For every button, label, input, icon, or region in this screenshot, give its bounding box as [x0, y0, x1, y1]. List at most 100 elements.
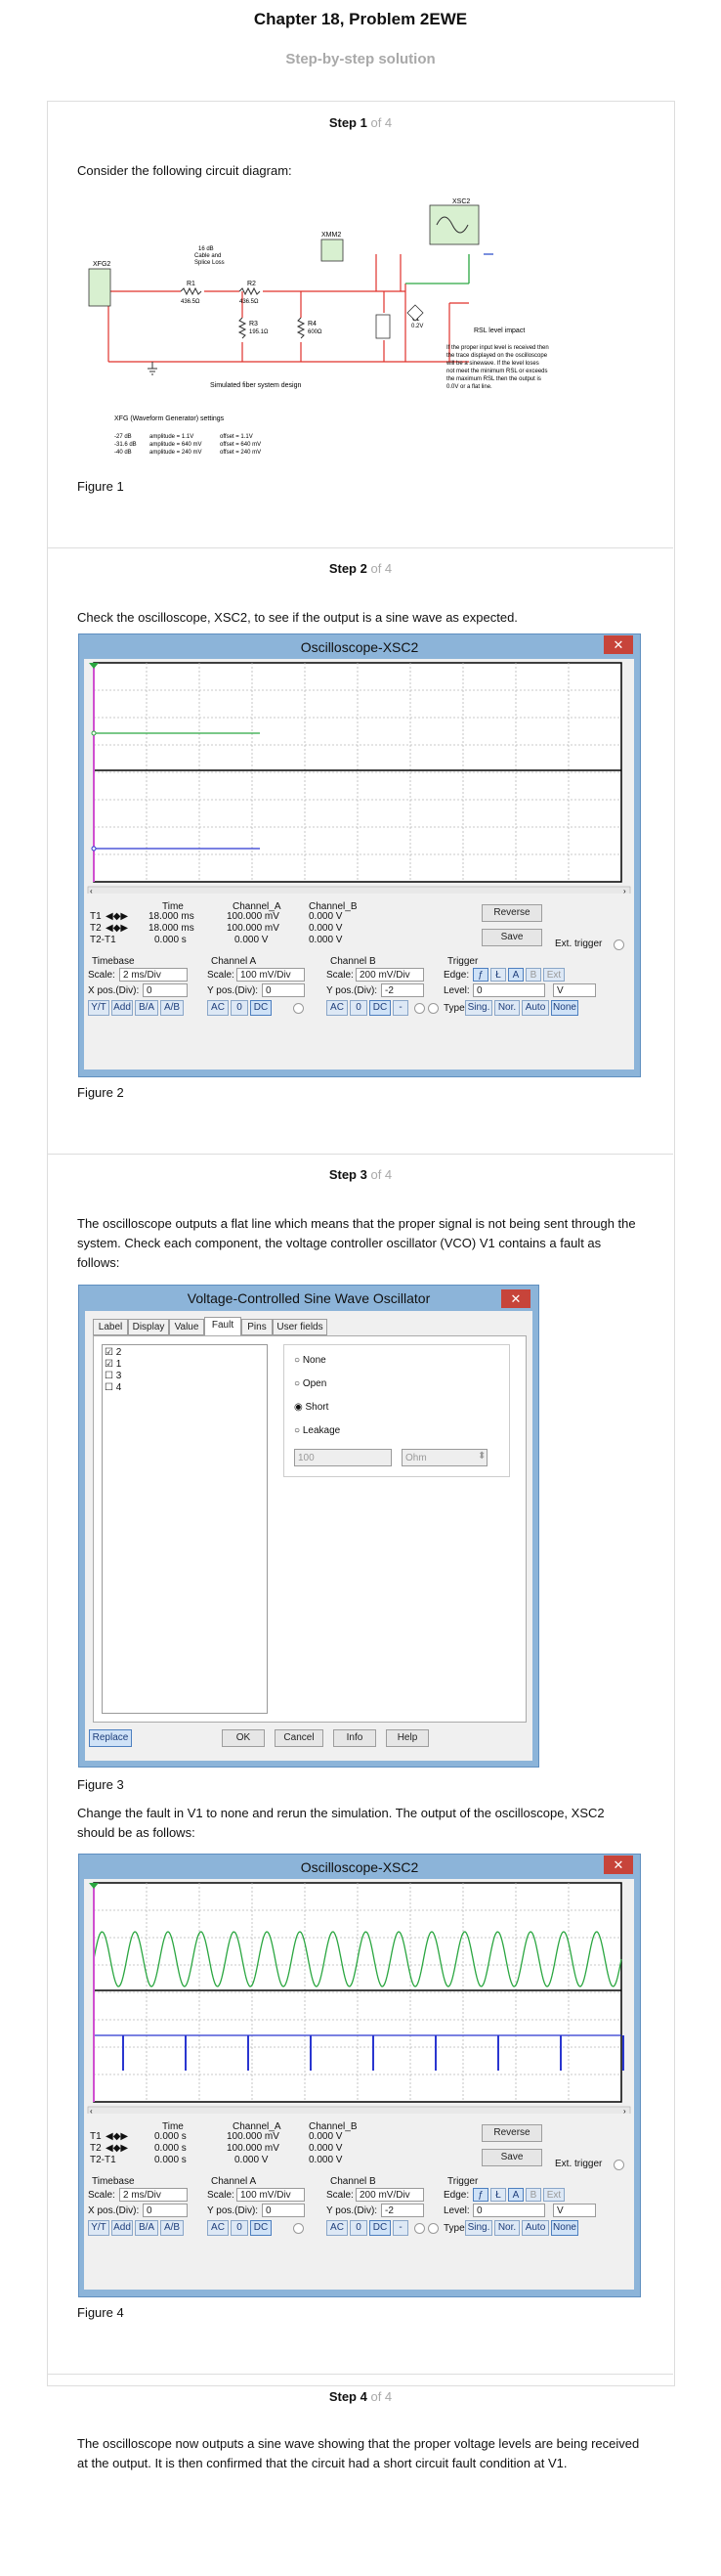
channel-b-invert-button[interactable]: -: [393, 2220, 408, 2236]
auto-button[interactable]: Auto: [522, 1000, 549, 1016]
horizontal-scrollbar[interactable]: [87, 886, 631, 894]
none-button[interactable]: None: [551, 2220, 578, 2236]
ext-trigger-terminal[interactable]: [614, 2160, 624, 2170]
cursor-arrows-icon[interactable]: ◀◆▶: [106, 2131, 128, 2142]
single-button[interactable]: Sing.: [465, 2220, 492, 2236]
channel-b-zero-button[interactable]: 0: [350, 1000, 367, 1016]
trigger-ext-button[interactable]: Ext: [543, 2188, 565, 2202]
trigger-ext-button[interactable]: Ext: [543, 968, 565, 982]
normal-button[interactable]: Nor.: [494, 2220, 520, 2236]
channel-b-terminal[interactable]: [414, 2223, 425, 2234]
single-button[interactable]: Sing.: [465, 1000, 492, 1016]
trigger-a-button[interactable]: A: [508, 968, 524, 982]
channel-a-dc-button[interactable]: DC: [250, 2220, 272, 2236]
channel-b-dc-button[interactable]: DC: [369, 1000, 391, 1016]
channel-a-terminal[interactable]: [293, 2223, 304, 2234]
falling-edge-icon[interactable]: Ł: [490, 968, 506, 982]
ab-button[interactable]: A/B: [160, 2220, 184, 2236]
xpos-field[interactable]: 0: [143, 983, 188, 997]
auto-button[interactable]: Auto: [522, 2220, 549, 2236]
channel-b-zero-button[interactable]: 0: [350, 2220, 367, 2236]
option-open[interactable]: ○ Open: [294, 1378, 326, 1389]
checkbox-checked-icon[interactable]: ☑: [105, 1347, 113, 1358]
close-button[interactable]: ✕: [501, 1289, 530, 1308]
close-button[interactable]: ✕: [604, 635, 633, 654]
level-field[interactable]: 0: [473, 2204, 545, 2217]
checkbox-empty-icon[interactable]: ☐: [105, 1371, 113, 1381]
pin-item[interactable]: ☐ 3: [105, 1371, 121, 1381]
tab-display[interactable]: Display: [128, 1319, 169, 1335]
pin-item[interactable]: ☑ 2: [105, 1347, 121, 1358]
cursor-arrows-icon[interactable]: ◀◆▶: [106, 923, 128, 934]
close-button[interactable]: ✕: [604, 1856, 633, 1874]
channel-a-ac-button[interactable]: AC: [207, 1000, 229, 1016]
trigger-terminal[interactable]: [428, 2223, 439, 2234]
xpos-field[interactable]: 0: [143, 2204, 188, 2217]
add-button[interactable]: Add: [111, 1000, 133, 1016]
reverse-button[interactable]: Reverse: [482, 2124, 542, 2142]
tab-label[interactable]: Label: [93, 1319, 128, 1335]
falling-edge-icon[interactable]: Ł: [490, 2188, 506, 2202]
channel-a-ypos-field[interactable]: 0: [262, 983, 305, 997]
trigger-b-button[interactable]: B: [526, 2188, 541, 2202]
channel-a-dc-button[interactable]: DC: [250, 1000, 272, 1016]
channel-a-scale-field[interactable]: 100 mV/Div: [236, 968, 305, 982]
radio-empty-icon[interactable]: ○: [294, 1355, 300, 1366]
pin-item[interactable]: ☐ 4: [105, 1382, 121, 1393]
cursor-arrows-icon[interactable]: ◀◆▶: [106, 2143, 128, 2154]
scroll-left-icon[interactable]: ‹: [90, 887, 93, 894]
ba-button[interactable]: B/A: [135, 1000, 158, 1016]
checkbox-empty-icon[interactable]: ☐: [105, 1382, 113, 1393]
trigger-a-button[interactable]: A: [508, 2188, 524, 2202]
option-leakage[interactable]: ○ Leakage: [294, 1425, 340, 1436]
radio-selected-icon[interactable]: ◉: [294, 1402, 303, 1413]
level-unit-field[interactable]: V: [553, 983, 596, 997]
horizontal-scrollbar[interactable]: [87, 2106, 631, 2114]
spinner-icon[interactable]: ⬍: [478, 1451, 486, 1462]
channel-a-terminal[interactable]: [293, 1003, 304, 1014]
channel-a-ypos-field[interactable]: 0: [262, 2204, 305, 2217]
channel-b-scale-field[interactable]: 200 mV/Div: [356, 2188, 424, 2202]
tab-user-fields[interactable]: User fields: [273, 1319, 327, 1335]
tab-pins[interactable]: Pins: [241, 1319, 273, 1335]
scroll-right-icon[interactable]: ›: [623, 887, 626, 894]
checkbox-checked-icon[interactable]: ☑: [105, 1359, 113, 1370]
normal-button[interactable]: Nor.: [494, 1000, 520, 1016]
ab-button[interactable]: A/B: [160, 1000, 184, 1016]
ext-trigger-terminal[interactable]: [614, 939, 624, 950]
save-button[interactable]: Save: [482, 2149, 542, 2166]
radio-empty-icon[interactable]: ○: [294, 1425, 300, 1436]
level-unit-field[interactable]: V: [553, 2204, 596, 2217]
cursor-arrows-icon[interactable]: ◀◆▶: [106, 911, 128, 922]
reverse-button[interactable]: Reverse: [482, 904, 542, 922]
replace-button[interactable]: Replace: [89, 1729, 132, 1747]
channel-b-invert-button[interactable]: -: [393, 1000, 408, 1016]
ba-button[interactable]: B/A: [135, 2220, 158, 2236]
rising-edge-icon[interactable]: ƒ: [473, 968, 488, 982]
channel-b-ac-button[interactable]: AC: [326, 1000, 348, 1016]
leakage-value-field[interactable]: 100: [294, 1449, 392, 1466]
channel-b-scale-field[interactable]: 200 mV/Div: [356, 968, 424, 982]
leakage-unit-field[interactable]: Ohm: [402, 1449, 488, 1466]
yt-button[interactable]: Y/T: [88, 2220, 109, 2236]
pin-item[interactable]: ☑ 1: [105, 1359, 121, 1370]
radio-empty-icon[interactable]: ○: [294, 1378, 300, 1389]
trigger-b-button[interactable]: B: [526, 968, 541, 982]
channel-b-terminal[interactable]: [414, 1003, 425, 1014]
add-button[interactable]: Add: [111, 2220, 133, 2236]
channel-a-zero-button[interactable]: 0: [231, 1000, 248, 1016]
none-button[interactable]: None: [551, 1000, 578, 1016]
scroll-right-icon[interactable]: ›: [623, 2107, 626, 2114]
scroll-left-icon[interactable]: ‹: [90, 2107, 93, 2114]
ok-button[interactable]: OK: [222, 1729, 265, 1747]
tab-fault[interactable]: Fault: [204, 1317, 241, 1336]
timebase-scale-field[interactable]: 2 ms/Div: [119, 968, 188, 982]
cancel-button[interactable]: Cancel: [275, 1729, 323, 1747]
option-short[interactable]: ◉ Short: [294, 1402, 328, 1413]
trigger-terminal[interactable]: [428, 1003, 439, 1014]
channel-a-scale-field[interactable]: 100 mV/Div: [236, 2188, 305, 2202]
channel-b-ypos-field[interactable]: -2: [381, 983, 424, 997]
level-field[interactable]: 0: [473, 983, 545, 997]
channel-b-dc-button[interactable]: DC: [369, 2220, 391, 2236]
save-button[interactable]: Save: [482, 929, 542, 946]
